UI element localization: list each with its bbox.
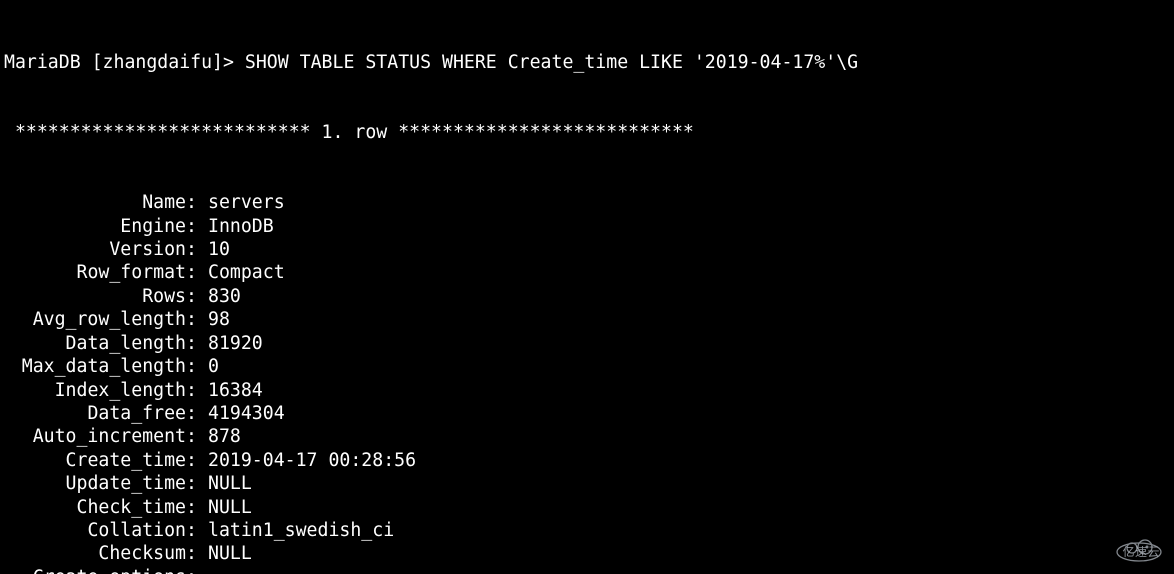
field-value: servers <box>208 191 285 214</box>
field-value: Compact <box>208 261 285 284</box>
sql-command: SHOW TABLE STATUS WHERE Create_time LIKE… <box>234 51 858 74</box>
field-colon: : <box>186 402 208 425</box>
field-value: NULL <box>208 496 252 519</box>
field-value: 81920 <box>208 332 263 355</box>
field-key: Name <box>4 191 186 214</box>
field-key: Version <box>4 238 186 261</box>
result-fields: Name: serversEngine: InnoDBVersion: 10Ro… <box>4 191 1170 574</box>
field-colon: : <box>186 542 208 565</box>
field-row: Avg_row_length: 98 <box>4 308 1170 331</box>
field-key: Checksum <box>4 542 186 565</box>
field-colon: : <box>186 238 208 261</box>
field-colon: : <box>186 355 208 378</box>
field-key: Index_length <box>4 379 186 402</box>
field-row: Auto_increment: 878 <box>4 425 1170 448</box>
field-value: 878 <box>208 425 241 448</box>
command-line: MariaDB [zhangdaifu]> SHOW TABLE STATUS … <box>4 51 1170 74</box>
field-colon: : <box>186 191 208 214</box>
field-key: Data_length <box>4 332 186 355</box>
field-value: 10 <box>208 238 230 261</box>
field-row: Create_time: 2019-04-17 00:28:56 <box>4 449 1170 472</box>
field-value: 830 <box>208 285 241 308</box>
field-row: Data_free: 4194304 <box>4 402 1170 425</box>
field-value: 16384 <box>208 379 263 402</box>
field-key: Collation <box>4 519 186 542</box>
field-key: Create_options <box>4 566 186 574</box>
field-colon: : <box>186 285 208 308</box>
field-row: Check_time: NULL <box>4 496 1170 519</box>
field-colon: : <box>186 215 208 238</box>
field-value: 4194304 <box>208 402 285 425</box>
field-colon: : <box>186 496 208 519</box>
field-key: Update_time <box>4 472 186 495</box>
field-value: latin1_swedish_ci <box>208 519 394 542</box>
field-colon: : <box>186 449 208 472</box>
field-value: InnoDB <box>208 215 274 238</box>
field-value: 2019-04-17 00:28:56 <box>208 449 416 472</box>
field-row: Index_length: 16384 <box>4 379 1170 402</box>
field-key: Rows <box>4 285 186 308</box>
field-value: NULL <box>208 472 252 495</box>
field-colon: : <box>186 308 208 331</box>
field-key: Row_format <box>4 261 186 284</box>
field-row: Data_length: 81920 <box>4 332 1170 355</box>
field-colon: : <box>186 566 208 574</box>
field-row: Create_options: <box>4 566 1170 574</box>
field-key: Max_data_length <box>4 355 186 378</box>
field-colon: : <box>186 261 208 284</box>
field-row: Update_time: NULL <box>4 472 1170 495</box>
field-row: Name: servers <box>4 191 1170 214</box>
watermark-text: 亿速云 <box>1122 541 1160 564</box>
row-separator: *************************** 1. row *****… <box>4 121 1170 144</box>
field-key: Engine <box>4 215 186 238</box>
field-key: Check_time <box>4 496 186 519</box>
field-key: Data_free <box>4 402 186 425</box>
field-value: 0 <box>208 355 219 378</box>
field-colon: : <box>186 425 208 448</box>
field-row: Engine: InnoDB <box>4 215 1170 238</box>
field-row: Max_data_length: 0 <box>4 355 1170 378</box>
field-colon: : <box>186 472 208 495</box>
field-row: Row_format: Compact <box>4 261 1170 284</box>
field-key: Create_time <box>4 449 186 472</box>
field-colon: : <box>186 519 208 542</box>
field-key: Avg_row_length <box>4 308 186 331</box>
terminal[interactable]: MariaDB [zhangdaifu]> SHOW TABLE STATUS … <box>0 0 1174 574</box>
field-colon: : <box>186 379 208 402</box>
field-value: 98 <box>208 308 230 331</box>
prompt: MariaDB [zhangdaifu]> <box>4 51 234 74</box>
field-key: Auto_increment <box>4 425 186 448</box>
field-row: Rows: 830 <box>4 285 1170 308</box>
field-value: NULL <box>208 542 252 565</box>
field-row: Collation: latin1_swedish_ci <box>4 519 1170 542</box>
field-colon: : <box>186 332 208 355</box>
field-row: Version: 10 <box>4 238 1170 261</box>
field-row: Checksum: NULL <box>4 542 1170 565</box>
